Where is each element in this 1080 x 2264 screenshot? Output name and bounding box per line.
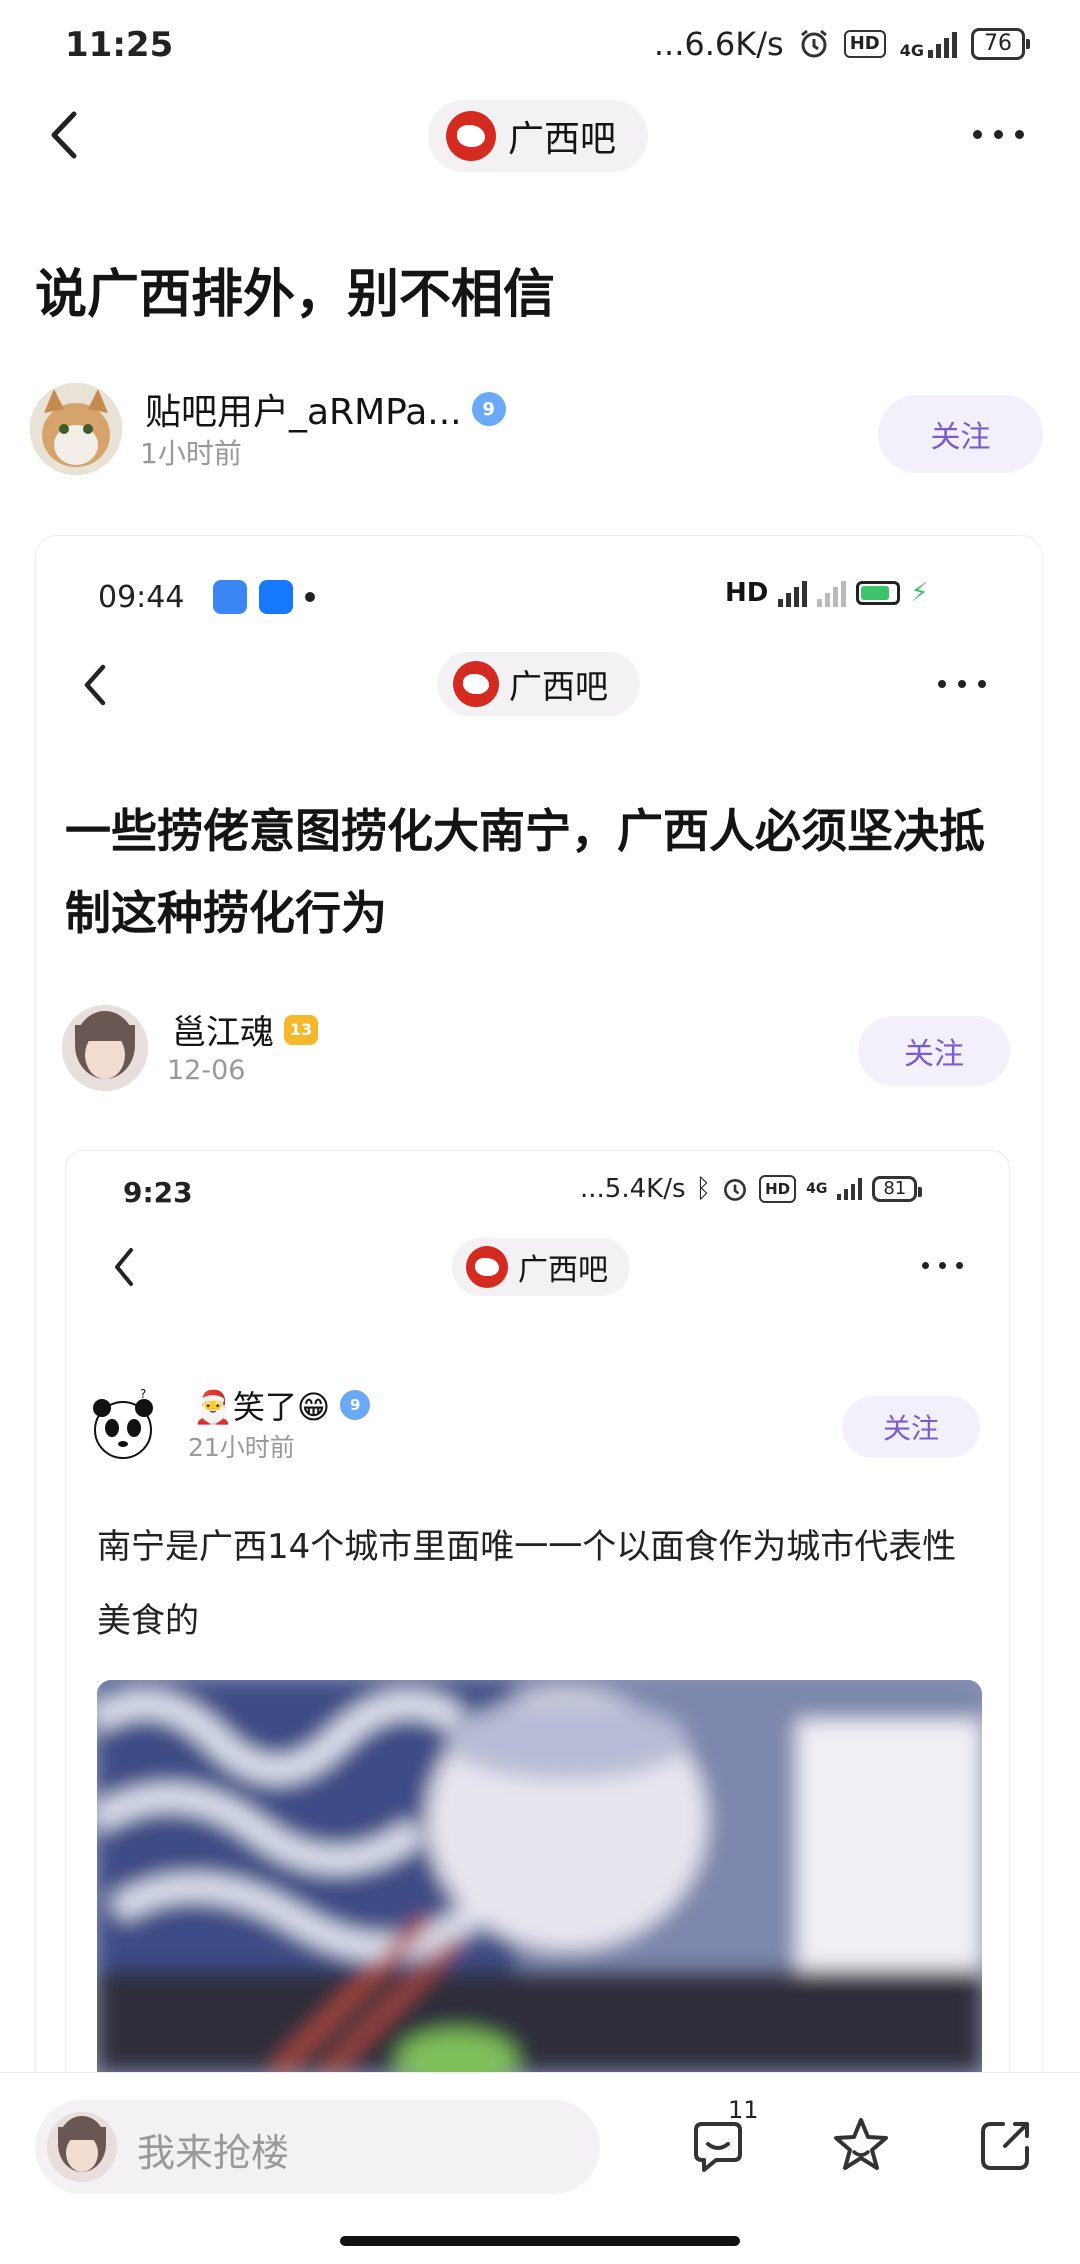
- nested-network: 4G: [806, 1181, 828, 1197]
- app-icon: [213, 580, 247, 614]
- inner-signal-icon: [778, 579, 808, 607]
- author-name[interactable]: 贴吧用户_aRMPa...: [145, 383, 462, 435]
- back-button[interactable]: [40, 100, 90, 170]
- nested-status-right: ...5.4K/s ᛒ HD 4G 81: [580, 1174, 923, 1204]
- nested-level-badge: 9: [340, 1390, 371, 1420]
- inner-author-name: 邕江魂: [172, 1013, 274, 1053]
- nested-panda-avatar: ?: [88, 1386, 158, 1462]
- author-name-row: 贴吧用户_aRMPa... 9: [145, 383, 506, 435]
- inner-level-badge: 13: [284, 1014, 318, 1045]
- svg-text:?: ?: [140, 1387, 146, 1401]
- nested-more-icon: [922, 1262, 963, 1269]
- nested-post-time: 21小时前: [188, 1433, 295, 1462]
- status-icons: ...6.6K/s HD 4G 76: [653, 25, 1030, 63]
- network-type: 4G: [899, 41, 924, 60]
- battery-icon: 76: [971, 28, 1030, 60]
- charging-icon: ⚡: [910, 578, 929, 608]
- nested-food-photo: [97, 1680, 982, 2072]
- forum-name: 广西吧: [508, 119, 617, 160]
- status-bar: 11:25 ...6.6K/s HD 4G 76: [0, 0, 1080, 95]
- comment-count: 11: [728, 2096, 759, 2124]
- inner-follow: 关注: [858, 1016, 1010, 1086]
- inner-signal2-icon: [817, 579, 847, 607]
- follow-button[interactable]: 关注: [878, 395, 1043, 473]
- alarm-icon: [800, 29, 827, 58]
- inner-more-icon: [938, 680, 986, 688]
- dot-icon: [305, 592, 315, 602]
- hd-icon: HD: [843, 30, 886, 58]
- post-time: 1小时前: [140, 437, 242, 470]
- network-speed: ...6.6K/s: [653, 25, 784, 63]
- star-icon: [834, 2118, 888, 2170]
- inner-back-icon: [75, 655, 115, 719]
- share-icon: [981, 2122, 1029, 2170]
- inner-status-right: HD ⚡: [725, 578, 929, 608]
- nested-speed: ...5.4K/s: [580, 1174, 686, 1204]
- nested-author-row: 🎅笑了😁 9: [193, 1382, 371, 1428]
- comment-input[interactable]: 我来抢楼: [35, 2100, 600, 2194]
- nested-author-name: 🎅笑了😁: [193, 1388, 331, 1426]
- nested-back-icon: [105, 1240, 141, 1298]
- comment-button[interactable]: [688, 2118, 748, 2178]
- status-time: 11:25: [65, 25, 174, 65]
- alipay-icon: [259, 580, 293, 614]
- post-title: 说广西排外，别不相信: [35, 265, 556, 325]
- inner-author-avatar: [62, 1005, 148, 1091]
- level-badge: 9: [471, 392, 506, 426]
- nested-signal-icon: [837, 1178, 863, 1200]
- nested-battery: 81: [872, 1176, 923, 1202]
- inner-forum-logo: [453, 661, 499, 707]
- inner-post-time: 12-06: [167, 1055, 246, 1086]
- inner-hd: HD: [725, 578, 769, 608]
- author-avatar[interactable]: [30, 383, 122, 475]
- my-avatar: [47, 2112, 117, 2182]
- forum-logo: [446, 111, 496, 161]
- nested-alarm-icon: [724, 1178, 747, 1201]
- comment-placeholder: 我来抢楼: [137, 2131, 290, 2175]
- inner-forum-name: 广西吧: [509, 667, 608, 706]
- forum-pill[interactable]: 广西吧: [428, 100, 648, 172]
- nested-hd: HD: [759, 1175, 797, 1203]
- nested-forum-pill: 广西吧: [452, 1238, 630, 1296]
- nested-follow: 关注: [842, 1396, 980, 1458]
- share-button[interactable]: [975, 2116, 1035, 2176]
- inner-status-time: 09:44: [98, 580, 185, 615]
- home-indicator[interactable]: [340, 2236, 740, 2246]
- chevron-left-icon: [51, 111, 77, 159]
- signal-icon: [928, 30, 957, 58]
- comment-icon: [694, 2122, 742, 2172]
- nested-status-time: 9:23: [123, 1176, 193, 1209]
- inner-post-title: 一些捞佬意图捞化大南宁，广西人必须坚决抵制这种捞化行为: [65, 804, 985, 940]
- more-options-button[interactable]: [973, 130, 1024, 139]
- bluetooth-icon: ᛒ: [695, 1174, 712, 1204]
- inner-forum-pill: 广西吧: [437, 652, 640, 716]
- nested-forum-logo: [466, 1246, 508, 1288]
- nested-post-body: 南宁是广西14个城市里面唯一一个以面食作为城市代表性美食的: [97, 1527, 957, 1641]
- nested-forum-name: 广西吧: [518, 1253, 608, 1288]
- inner-battery-icon: [856, 581, 901, 605]
- favorite-button[interactable]: [830, 2114, 892, 2176]
- inner-author-row: 邕江魂 13: [172, 1005, 318, 1054]
- inner-status-app-icons: [213, 580, 315, 614]
